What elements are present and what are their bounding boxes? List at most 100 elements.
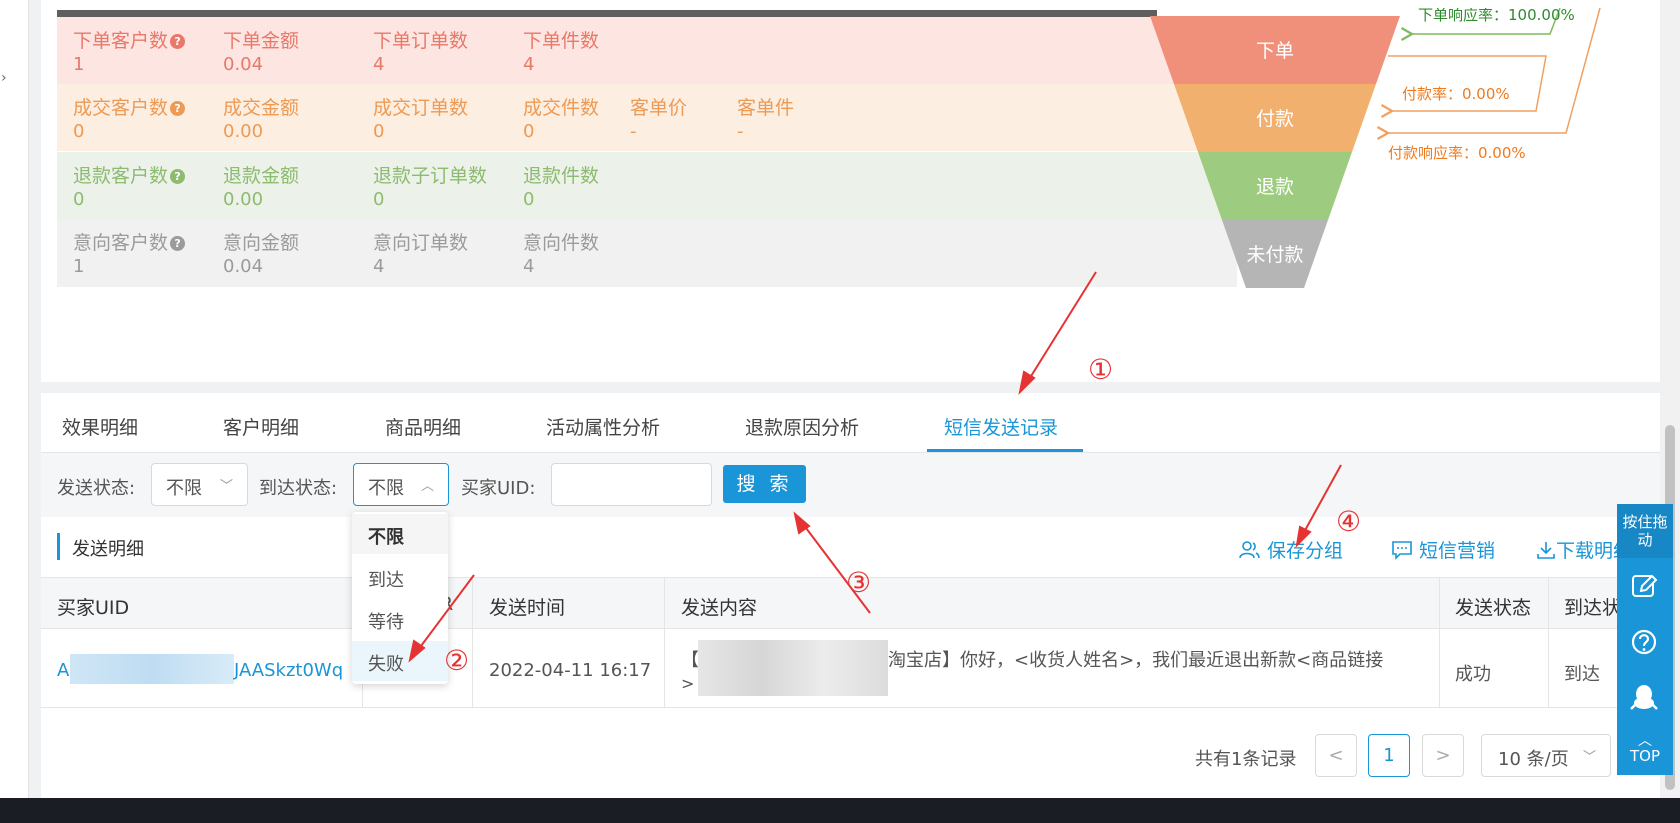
uid-label: 买家UID: <box>461 478 536 499</box>
top-divider <box>57 10 1157 17</box>
metric-label: 成交订单数 <box>373 97 469 119</box>
col-divider <box>664 577 665 708</box>
row-arrive-status: 到达 <box>1564 664 1600 685</box>
option-arrived[interactable]: 到达 <box>352 557 448 597</box>
row-content-prefix: 【 <box>681 650 699 671</box>
metric-label: 客单件 <box>737 97 795 119</box>
metric-label: 成交金额 <box>223 97 300 119</box>
pagination-total: 共有1条记录 <box>1195 749 1297 770</box>
col-send-content: 发送内容 <box>681 597 758 619</box>
metric-value: 0 <box>373 121 385 142</box>
row-content-line2: > <box>681 674 695 693</box>
option-unlimited[interactable]: 不限 <box>352 514 448 554</box>
help-icon[interactable]: ? <box>170 236 186 251</box>
tab-refund-reason[interactable]: 退款原因分析 <box>745 413 859 440</box>
page-size-select[interactable]: 10 条/页 ﹀ <box>1481 734 1611 777</box>
metric-label: 退款金额 <box>223 165 300 187</box>
annotation-label-2: ② <box>444 644 470 677</box>
metric-value: 0 <box>373 189 385 210</box>
tab-product-detail[interactable]: 商品明细 <box>385 413 461 440</box>
help-circle-icon[interactable] <box>1617 620 1673 670</box>
metric-value: 0.04 <box>223 256 264 277</box>
metric-label: 意向订单数 <box>373 232 469 254</box>
metric-label: 意向件数 <box>523 232 600 254</box>
redacted-content <box>698 640 888 696</box>
section-accent-bar <box>57 533 60 560</box>
metric-value: 1 <box>73 256 85 277</box>
option-failed[interactable]: 失败 <box>352 641 448 681</box>
help-icon[interactable]: ? <box>170 101 186 116</box>
redacted-uid <box>70 654 234 684</box>
metric-label: 退款客户数 <box>73 165 169 187</box>
col-send-status: 发送状态 <box>1455 597 1532 619</box>
page-size-value: 10 条/页 <box>1498 749 1569 770</box>
back-to-top-button[interactable]: ︿ TOP <box>1617 728 1673 775</box>
metric-value: 4 <box>373 54 385 75</box>
col-buyer-uid: 买家UID <box>57 597 130 619</box>
arrive-status-select[interactable]: 不限 ︿ <box>353 463 449 506</box>
download-icon <box>1537 542 1555 559</box>
metric-label: 下单订单数 <box>373 30 469 52</box>
metric-label: 下单件数 <box>523 30 600 52</box>
funnel-label-order: 下单 <box>1256 40 1294 62</box>
pay-response-rate: 付款响应率：0.00% <box>1388 144 1526 162</box>
annotation-label-4: ④ <box>1336 505 1362 538</box>
drag-handle[interactable]: 按住拖动 <box>1617 504 1673 558</box>
metric-label: 成交件数 <box>523 97 600 119</box>
help-icon[interactable]: ? <box>170 34 186 49</box>
conversion-funnel: 下单 付款 退款 未付款 下单响应率：100.00% 付款率：0.00% 付款响… <box>1150 8 1601 288</box>
sms-marketing-label: 短信营销 <box>1419 540 1496 562</box>
edit-icon[interactable] <box>1617 564 1673 614</box>
bottom-taskbar <box>0 798 1680 823</box>
message-icon <box>1392 541 1412 560</box>
col-send-time: 发送时间 <box>489 597 566 619</box>
sms-marketing-button[interactable]: 短信营销 <box>1391 536 1495 563</box>
page-1-button[interactable]: 1 <box>1368 734 1410 777</box>
top-label: TOP <box>1629 747 1660 765</box>
col-divider <box>1439 577 1440 708</box>
prev-page-button[interactable]: < <box>1315 734 1357 777</box>
metric-value: 4 <box>373 256 385 277</box>
search-button[interactable]: 搜 索 <box>723 465 806 503</box>
metrics-row-intent: 意向客户数? 1 意向金额 0.04 意向订单数 4 意向件数 4 <box>57 219 1237 287</box>
left-strip <box>0 0 29 823</box>
tab-effect-detail[interactable]: 效果明细 <box>62 413 138 440</box>
uid-input[interactable] <box>551 463 712 506</box>
pay-rate: 付款率：0.00% <box>1402 85 1510 103</box>
metric-label: 成交客户数 <box>73 97 169 119</box>
col-arrive-status: 到达状态 <box>1564 597 1620 619</box>
metric-value: 0 <box>523 121 535 142</box>
chevron-down-icon: ﹀ <box>219 479 233 494</box>
tab-customer-detail[interactable]: 客户明细 <box>223 413 299 440</box>
metrics-row-order: 下单客户数? 1 下单金额 0.04 下单订单数 4 下单件数 4 <box>57 17 1237 84</box>
qq-icon[interactable] <box>1617 675 1673 725</box>
metric-value: 1 <box>73 54 85 75</box>
metric-label: 意向金额 <box>223 232 300 254</box>
active-tab-indicator <box>927 449 1083 452</box>
funnel-label-pay: 付款 <box>1256 108 1294 130</box>
tab-sms-records[interactable]: 短信发送记录 <box>944 413 1058 440</box>
chevron-down-icon: ﹀ <box>1582 750 1596 765</box>
metric-label: 客单价 <box>630 97 688 119</box>
save-group-label: 保存分组 <box>1267 540 1344 562</box>
next-page-button[interactable]: > <box>1422 734 1464 777</box>
download-detail-button[interactable]: 下载明细 <box>1536 536 1620 563</box>
metric-value: - <box>630 121 637 142</box>
section-title: 发送明细 <box>72 539 144 560</box>
help-icon[interactable]: ? <box>170 169 186 184</box>
tab-activity-attr[interactable]: 活动属性分析 <box>546 413 660 440</box>
option-waiting[interactable]: 等待 <box>352 599 448 639</box>
group-icon <box>1239 541 1260 559</box>
metric-label: 下单客户数 <box>73 30 169 52</box>
send-status-select[interactable]: 不限 ﹀ <box>151 463 248 506</box>
row-uid-prefix[interactable]: A <box>57 660 69 681</box>
annotation-label-3: ③ <box>846 566 872 599</box>
arrive-status-label: 到达状态: <box>259 478 338 499</box>
metric-label: 下单金额 <box>223 30 300 52</box>
expand-chevron-icon[interactable]: › <box>1 70 7 86</box>
metric-value: 0 <box>523 189 535 210</box>
row-uid-suffix[interactable]: JAASkzt0Wq <box>234 660 343 681</box>
metrics-row-refund: 退款客户数? 0 退款金额 0.00 退款子订单数 0 退款件数 0 <box>57 152 1237 219</box>
save-group-button[interactable]: 保存分组 <box>1239 536 1343 563</box>
metric-value: 0 <box>73 121 85 142</box>
